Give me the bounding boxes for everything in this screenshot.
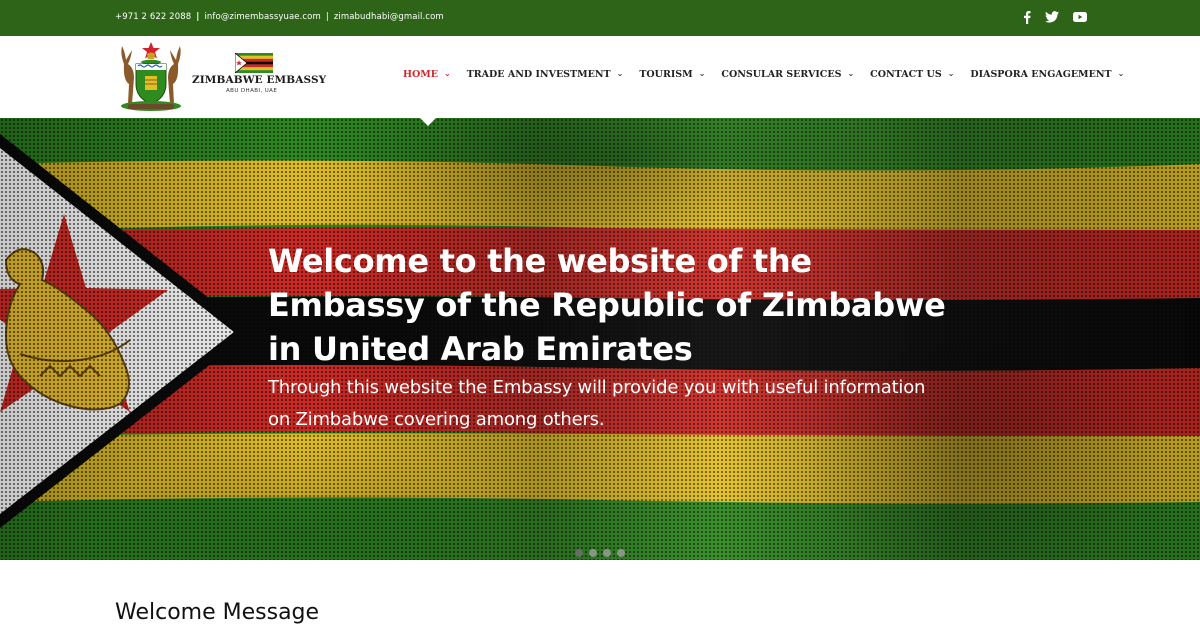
embassy-name[interactable]: ZIMBABWE EMBASSY — [192, 74, 326, 86]
slider-dot-3[interactable] — [603, 549, 611, 557]
social-links — [1023, 9, 1087, 25]
nav-label: DIASPORA ENGAGEMENT — [970, 69, 1112, 80]
active-nav-pointer — [420, 118, 436, 126]
nav-label: CONSULAR SERVICES — [721, 69, 842, 80]
hero-description-line: on Zimbabwe covering among others. — [268, 409, 605, 430]
section-heading: Welcome Message — [115, 600, 320, 625]
nav-label: TOURISM — [639, 69, 693, 80]
hero-title-line: Welcome to the website of the — [268, 242, 812, 280]
embassy-location: ABU DHABI, UAE — [226, 88, 278, 94]
zimbabwe-flag-icon — [235, 53, 273, 73]
chevron-down-icon: ⌄ — [1117, 69, 1125, 78]
chevron-down-icon: ⌄ — [947, 69, 955, 78]
nav-item-contact-us[interactable]: CONTACT US ⌄ — [870, 69, 954, 80]
slider-dot-2[interactable] — [589, 549, 597, 557]
chevron-down-icon: ⌄ — [847, 69, 855, 78]
top-bar: +971 2 622 2088 | info@zimembassyuae.com | z… — [0, 0, 1200, 36]
nav-label: HOME — [403, 69, 439, 80]
nav-label: TRADE AND INVESTMENT — [466, 69, 611, 80]
nav-item-consular-services[interactable]: CONSULAR SERVICES ⌄ — [721, 69, 854, 80]
hero-title: Welcome to the website of the Embassy of… — [268, 239, 988, 371]
hero-slider: Welcome to the website of the Embassy of… — [0, 118, 1200, 560]
nav-item-tourism[interactable]: TOURISM ⌄ — [639, 69, 705, 80]
twitter-icon[interactable] — [1045, 9, 1059, 25]
slider-dot-1[interactable] — [575, 549, 583, 557]
chevron-down-icon: ⌄ — [616, 69, 624, 78]
facebook-icon[interactable] — [1023, 9, 1031, 25]
email-link-secondary[interactable]: zimabudhabi@gmail.com — [334, 12, 444, 22]
chevron-down-icon: ⌄ — [698, 69, 706, 78]
hero-description: Through this website the Embassy will pr… — [268, 372, 968, 436]
email-link-primary[interactable]: info@zimembassyuae.com — [204, 12, 320, 22]
contact-info: +971 2 622 2088 | info@zimembassyuae.com | z… — [115, 12, 444, 22]
chevron-down-icon: ⌄ — [444, 69, 451, 78]
separator: | — [325, 12, 329, 22]
nav-item-diaspora-engagement[interactable]: DIASPORA ENGAGEMENT ⌄ — [970, 69, 1124, 80]
hero-title-line: in United Arab Emirates — [268, 330, 693, 368]
separator: | — [196, 12, 200, 22]
phone-number[interactable]: +971 2 622 2088 — [115, 12, 191, 22]
coat-of-arms-logo[interactable] — [114, 40, 188, 114]
slider-pagination — [575, 549, 625, 557]
site-header: ZIMBABWE EMBASSY ABU DHABI, UAE HOME ⌄ TR… — [0, 36, 1200, 118]
slider-dot-4[interactable] — [617, 549, 625, 557]
hero-description-line: Through this website the Embassy will pr… — [268, 377, 926, 398]
nav-item-trade-and-investment[interactable]: TRADE AND INVESTMENT ⌄ — [467, 69, 624, 80]
nav-label: CONTACT US — [870, 69, 942, 80]
main-navigation: HOME ⌄ TRADE AND INVESTMENT ⌄ TOURISM ⌄ CON… — [403, 69, 1124, 80]
youtube-icon[interactable] — [1073, 9, 1087, 25]
nav-item-home[interactable]: HOME ⌄ — [403, 69, 451, 80]
hero-title-line: Embassy of the Republic of Zimbabwe — [268, 286, 946, 324]
